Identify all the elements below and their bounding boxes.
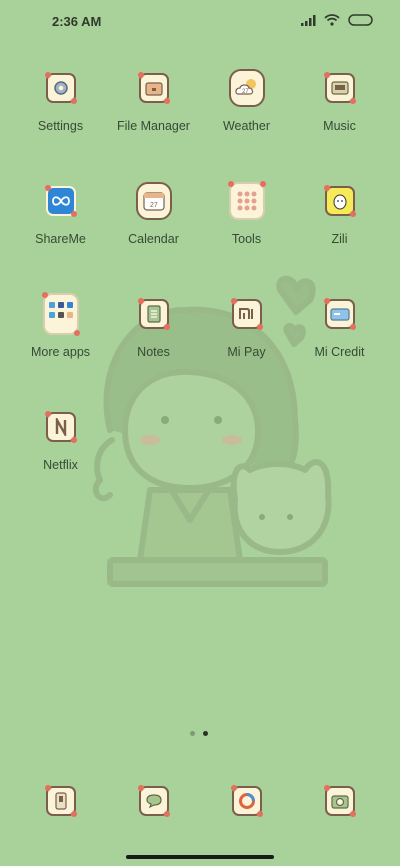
- page-dot[interactable]: [190, 731, 195, 736]
- app-calendar[interactable]: 27 Calendar: [107, 177, 200, 290]
- dock-camera[interactable]: [293, 778, 386, 818]
- status-bar: 2:36 AM: [0, 0, 400, 44]
- app-label: Mi Credit: [314, 345, 365, 359]
- app-tools[interactable]: Tools: [200, 177, 293, 290]
- netflix-n-icon: [43, 409, 79, 445]
- app-label: File Manager: [117, 119, 190, 133]
- app-zili[interactable]: Zili: [293, 177, 386, 290]
- app-label: Notes: [137, 345, 170, 359]
- app-label: Settings: [37, 119, 84, 133]
- credit-card-icon: [322, 296, 358, 332]
- app-label: Netflix: [43, 458, 78, 472]
- app-settings[interactable]: Settings: [14, 64, 107, 177]
- app-music[interactable]: Music: [293, 64, 386, 177]
- status-icons: [301, 14, 374, 26]
- app-label: ShareMe: [35, 232, 86, 246]
- notebook-icon: [136, 296, 172, 332]
- app-label: Tools: [231, 232, 262, 246]
- calendar-icon: 27: [135, 182, 172, 220]
- app-label: More apps: [30, 345, 91, 359]
- svg-text:27: 27: [150, 202, 158, 209]
- camera-icon: [322, 784, 358, 818]
- svg-text:27: 27: [242, 89, 249, 95]
- mi-logo-icon: [229, 296, 265, 332]
- gear-icon: [43, 70, 79, 106]
- apps-folder-icon: [41, 292, 80, 336]
- app-shareme[interactable]: ShareMe: [14, 177, 107, 290]
- zili-face-icon: [322, 183, 358, 219]
- app-label: Music: [323, 119, 356, 133]
- chat-bubble-icon: [136, 784, 172, 818]
- app-mi-credit[interactable]: Mi Credit: [293, 290, 386, 403]
- phone-icon: [43, 784, 79, 818]
- app-weather[interactable]: 27 Weather: [200, 64, 293, 177]
- wifi-icon: [324, 14, 340, 26]
- app-label: Calendar: [128, 232, 179, 246]
- music-player-icon: [322, 70, 358, 106]
- dock-phone[interactable]: [14, 778, 107, 818]
- browser-ring-icon: [229, 784, 265, 818]
- app-file-manager[interactable]: File Manager: [107, 64, 200, 177]
- battery-icon: [348, 14, 373, 26]
- app-label: Zili: [331, 232, 348, 246]
- app-label: Mi Pay: [227, 345, 266, 359]
- app-label: Weather: [222, 119, 270, 133]
- dock-browser[interactable]: [200, 778, 293, 818]
- page-dot-active[interactable]: [203, 731, 208, 736]
- home-indicator[interactable]: [126, 855, 274, 859]
- dock-messages[interactable]: [107, 778, 200, 818]
- cloud-sun-icon: 27: [228, 69, 265, 107]
- status-time: 2:36 AM: [52, 14, 102, 29]
- tools-folder-icon: [227, 181, 266, 220]
- infinity-icon: [43, 183, 79, 219]
- signal-icon: [301, 14, 316, 26]
- app-netflix[interactable]: Netflix: [14, 403, 107, 516]
- app-grid: Settings File Manager 27 Weather Music S…: [14, 64, 386, 516]
- page-indicator: [190, 731, 208, 736]
- dock: [14, 778, 386, 818]
- app-mi-pay[interactable]: Mi Pay: [200, 290, 293, 403]
- app-notes[interactable]: Notes: [107, 290, 200, 403]
- app-more-apps[interactable]: More apps: [14, 290, 107, 403]
- folder-icon: [136, 70, 172, 106]
